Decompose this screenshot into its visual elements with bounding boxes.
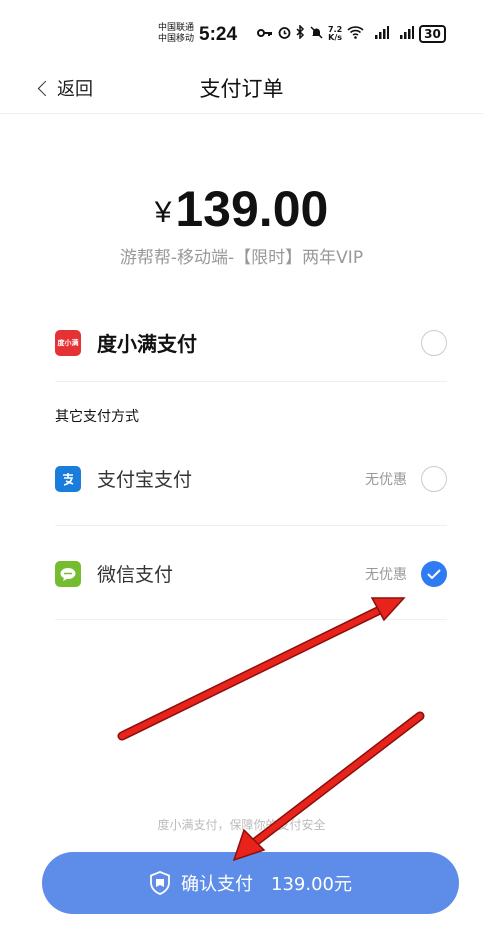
- shield-icon: [150, 871, 170, 895]
- alarm-icon: [278, 26, 291, 43]
- payment-label: 度小满支付: [97, 332, 197, 356]
- carrier-2: 中国移动: [158, 34, 195, 44]
- nav-bar: 返回 支付订单: [0, 60, 483, 114]
- payment-option-wechat[interactable]: 微信支付 无优惠: [55, 560, 447, 587]
- divider: [55, 381, 447, 382]
- currency-symbol: ¥: [154, 196, 172, 229]
- clock: 5:24: [199, 24, 238, 45]
- divider: [55, 525, 447, 526]
- payment-option-duxiaoman[interactable]: 度小满 度小满支付: [55, 328, 447, 357]
- security-note: 度小满支付，保障你的支付安全: [157, 818, 326, 832]
- product-name: 游帮帮-移动端-【限时】两年VIP: [119, 248, 364, 268]
- status-icons: 7.2 K/s 30: [257, 24, 446, 43]
- key-icon: [257, 27, 273, 42]
- wifi-icon: [347, 25, 364, 43]
- signal-5g-icon: [369, 25, 390, 43]
- battery-icon: 30: [419, 25, 446, 43]
- payment-option-alipay[interactable]: 支付宝支付 无优惠: [55, 465, 447, 492]
- duxiaoman-icon: 度小满: [55, 329, 81, 356]
- confirm-label: 确认支付: [181, 874, 253, 895]
- carrier-1: 中国联通: [158, 23, 195, 33]
- carrier-names: 中国联通 中国移动: [158, 23, 194, 45]
- confirm-amount: 139.00元: [271, 874, 352, 895]
- amount-value: 139.00: [175, 181, 329, 237]
- status-bar: 中国联通 中国移动 5:24 7.2 K/s 30: [0, 0, 483, 60]
- confirm-pay-button[interactable]: 确认支付 139.00元: [42, 852, 459, 914]
- alipay-icon: [55, 465, 81, 492]
- mute-icon: [310, 25, 323, 43]
- discount-label: 无优惠: [365, 471, 407, 488]
- radio-wechat[interactable]: [421, 560, 447, 587]
- radio-duxiaoman[interactable]: [421, 329, 447, 356]
- divider: [55, 619, 447, 620]
- discount-label: 无优惠: [365, 566, 407, 583]
- other-methods-title: 其它支付方式: [55, 409, 139, 425]
- page-title: 支付订单: [199, 77, 284, 101]
- radio-alipay[interactable]: [421, 465, 447, 492]
- check-icon: [427, 568, 441, 579]
- payment-label: 微信支付: [97, 564, 174, 586]
- signal-4g-icon: [394, 25, 415, 43]
- payment-label: 支付宝支付: [97, 469, 193, 491]
- arrow-to-confirm-button: [232, 711, 425, 862]
- wechat-icon: [55, 560, 81, 587]
- order-amount: ¥139.00: [0, 180, 483, 238]
- bluetooth-icon: [296, 24, 305, 43]
- net-speed: 7.2 K/s: [328, 25, 343, 42]
